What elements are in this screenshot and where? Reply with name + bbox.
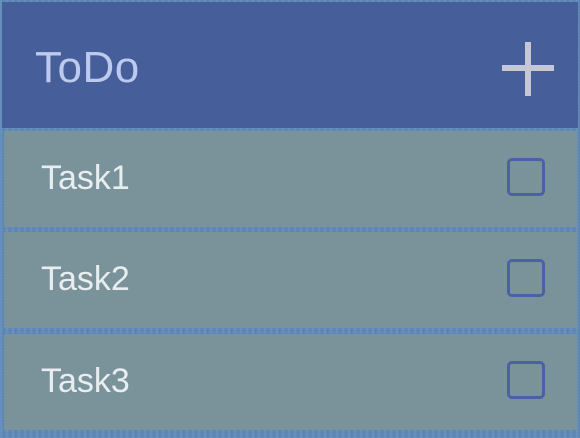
task-checkbox[interactable] xyxy=(507,259,545,297)
plus-icon-vertical-bar xyxy=(525,42,531,96)
task-label: Task3 xyxy=(41,362,130,400)
app-title: ToDo xyxy=(35,43,140,92)
add-task-button[interactable] xyxy=(496,38,560,102)
task-checkbox[interactable] xyxy=(507,158,545,196)
task-row[interactable]: Task3 xyxy=(4,334,577,430)
task-label: Task1 xyxy=(41,159,130,197)
task-checkbox[interactable] xyxy=(507,361,545,399)
todo-app: ToDo Task1 Task2 Task3 xyxy=(0,0,580,438)
task-row[interactable]: Task1 xyxy=(4,131,577,227)
task-label: Task2 xyxy=(41,260,130,298)
app-header: ToDo xyxy=(2,2,578,128)
task-row[interactable]: Task2 xyxy=(4,232,577,328)
